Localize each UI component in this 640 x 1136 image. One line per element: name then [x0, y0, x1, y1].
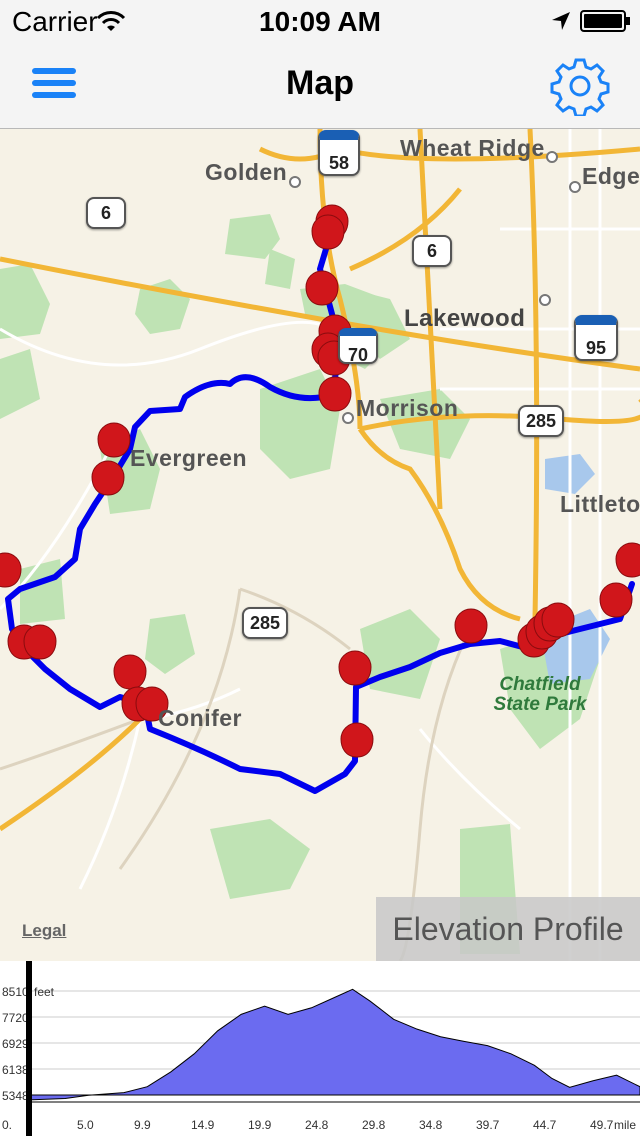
map-label-evergreen: Evergreen — [130, 445, 248, 471]
y-tick-label: 6929 — [2, 1037, 29, 1051]
i-70-shield: 70 — [338, 328, 378, 365]
map-label-lakewood: Lakewood — [404, 305, 526, 332]
x-tick-label: 24.8 — [305, 1118, 329, 1132]
map-label-wheat-ridge: Wheat Ridge — [400, 135, 545, 161]
co-95-shield: 95 — [574, 315, 618, 361]
map-canvas — [0, 129, 640, 961]
settings-gear-icon[interactable] — [550, 56, 610, 116]
elevation-chart[interactable]: 5348 6138 6929 7720 8510 feet 0. 5.0 9.9 14.9 19.9… — [0, 961, 640, 1136]
map-label-littleton: Littleto — [560, 491, 640, 517]
map-label-edge: Edge — [582, 163, 640, 189]
location-arrow-icon — [552, 12, 570, 30]
x-tick-label: 39.7 — [476, 1118, 500, 1132]
legal-link[interactable]: Legal — [22, 921, 66, 941]
clock: 10:09 AM — [259, 6, 381, 37]
minor-roads — [0, 129, 640, 961]
battery-icon — [580, 10, 630, 32]
x-tick-label: 0. — [2, 1118, 12, 1132]
us-6-shield: 6 — [412, 235, 452, 267]
navigation-bar: Map — [0, 40, 640, 129]
us-285-shield: 285 — [518, 405, 564, 437]
elevation-area — [29, 988, 640, 1101]
map-label-chatfield-park: Chatfield State Park — [493, 674, 587, 715]
x-tick-label: 29.8 — [362, 1118, 386, 1132]
map-label-morrison: Morrison — [356, 395, 459, 421]
x-tick-label: 9.9 — [134, 1118, 151, 1132]
y-tick-label: 5348 — [2, 1089, 29, 1103]
y-tick-label: 7720 — [2, 1011, 29, 1025]
co-58-shield: 58 — [318, 130, 360, 176]
us-6-shield: 6 — [86, 197, 126, 229]
x-unit-label: mile — [614, 1118, 636, 1132]
x-tick-label: 19.9 — [248, 1118, 272, 1132]
map-view[interactable]: Golden Wheat Ridge Edge Lakewood Morriso… — [0, 129, 640, 961]
status-bar: Carrier 10:09 AM — [0, 0, 640, 40]
x-tick-label: 34.8 — [419, 1118, 443, 1132]
y-tick-label: 8510 — [2, 985, 29, 999]
us-285-shield: 285 — [242, 607, 288, 639]
map-label-conifer: Conifer — [158, 705, 242, 731]
chart-cursor[interactable] — [26, 961, 32, 1136]
x-tick-label: 44.7 — [533, 1118, 557, 1132]
y-unit-label: feet — [34, 985, 55, 999]
map-label-golden: Golden — [205, 159, 288, 185]
x-tick-label: 49.7 — [590, 1118, 614, 1132]
x-tick-label: 5.0 — [77, 1118, 94, 1132]
x-tick-label: 14.9 — [191, 1118, 215, 1132]
y-tick-label: 6138 — [2, 1063, 29, 1077]
page-title: Map — [286, 64, 354, 102]
elevation-chart-svg: 5348 6138 6929 7720 8510 feet 0. 5.0 9.9 14.9 19.9… — [2, 985, 640, 1132]
elevation-profile-button[interactable]: Elevation Profile — [376, 897, 640, 961]
